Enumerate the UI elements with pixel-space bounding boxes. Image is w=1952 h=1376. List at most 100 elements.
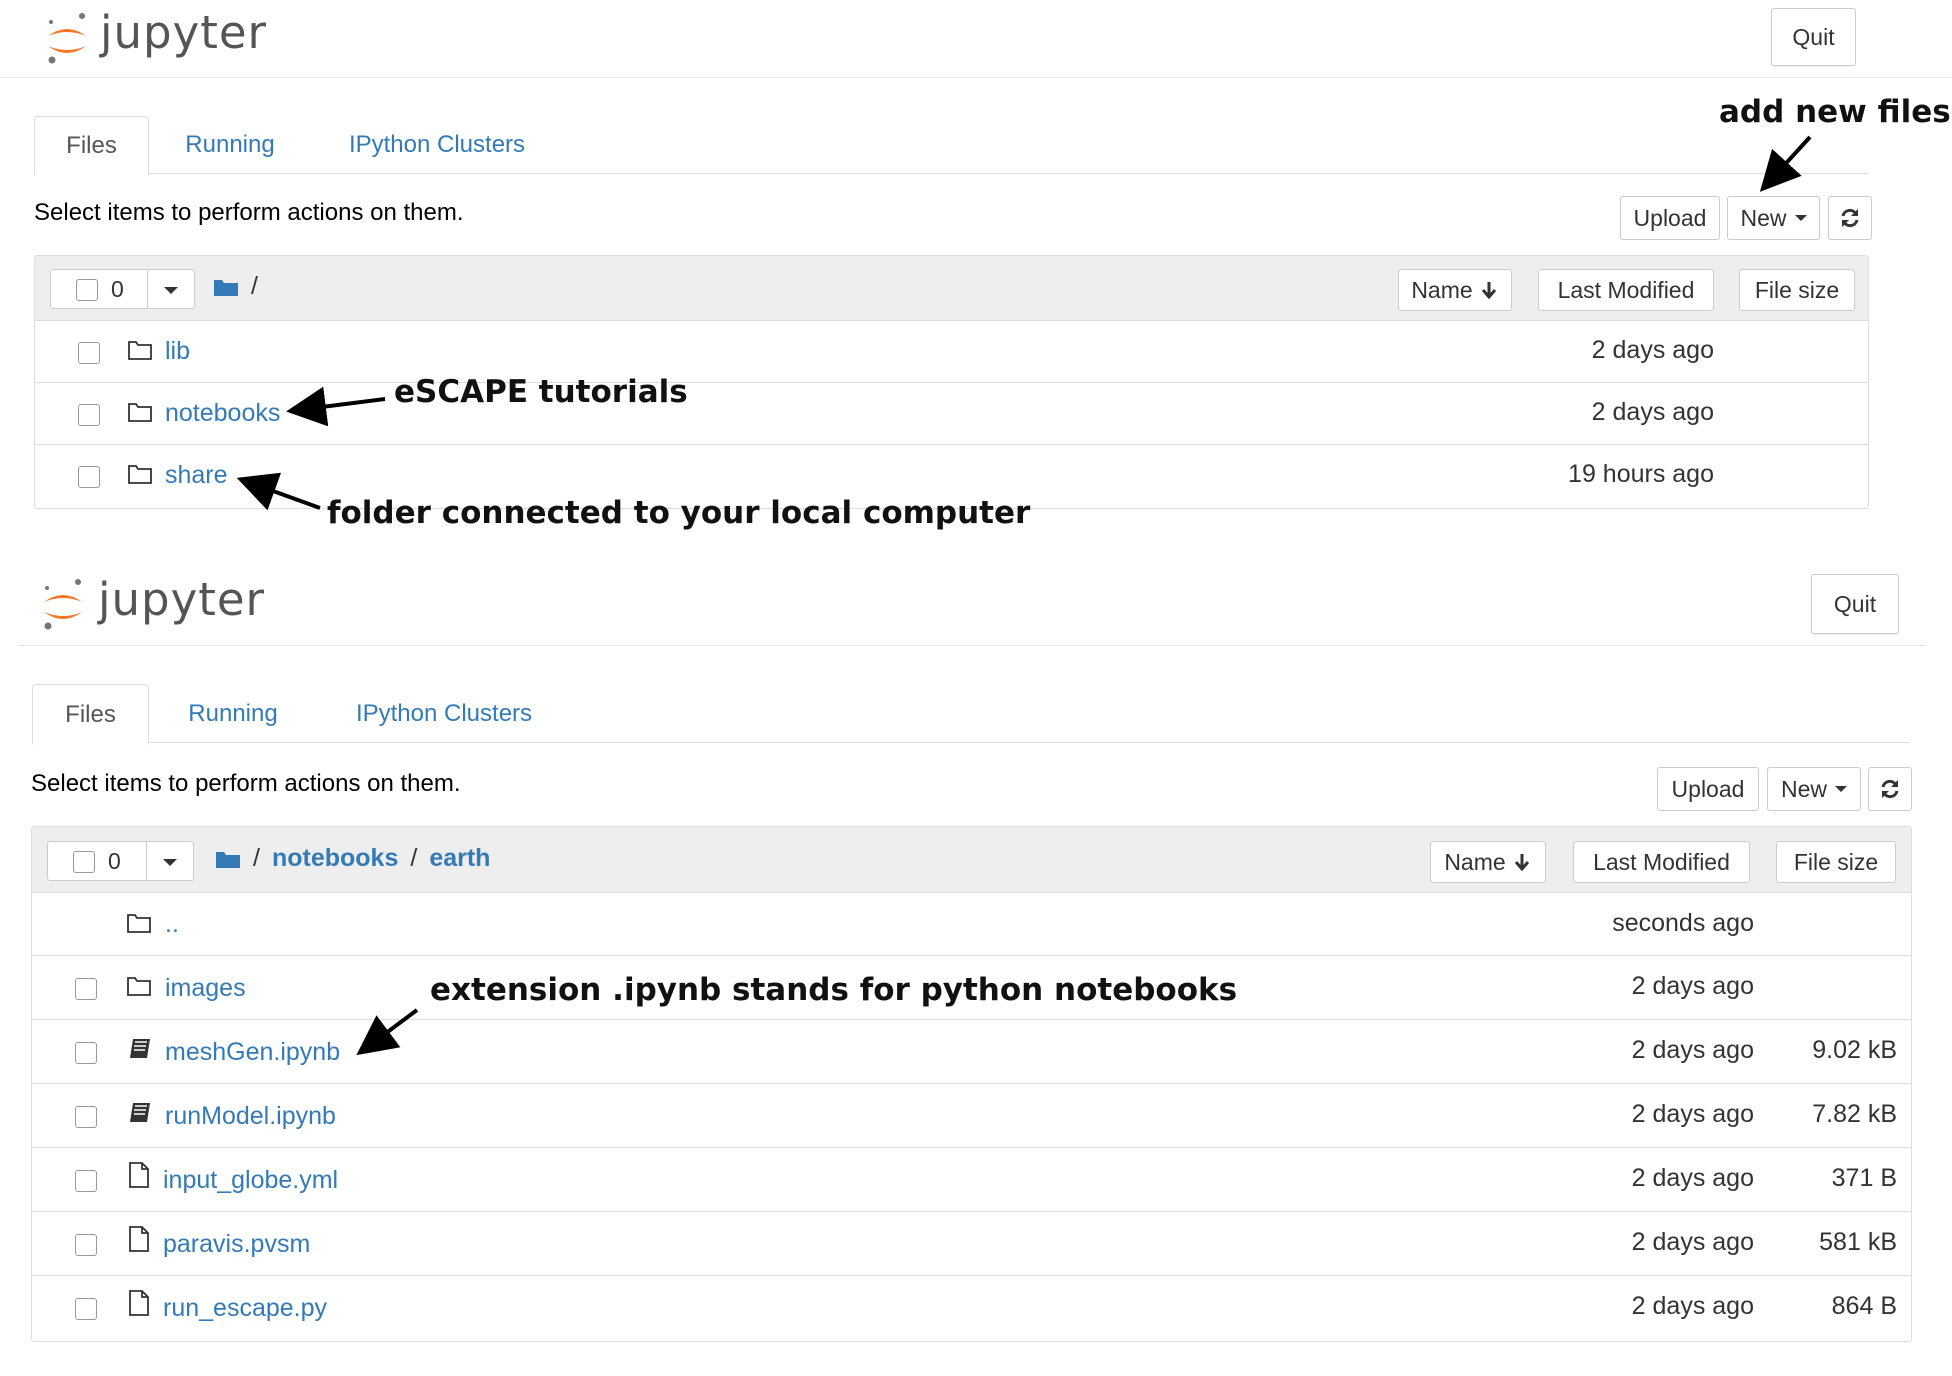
breadcrumb-earth[interactable]: earth (429, 844, 490, 873)
sort-by-size-button[interactable]: File size (1739, 269, 1855, 311)
file-row[interactable]: paravis.pvsm 2 days ago 581 kB (32, 1211, 1911, 1276)
upload-button[interactable]: Upload (1657, 767, 1759, 811)
file-row[interactable]: runModel.ipynb 2 days ago 7.82 kB (32, 1083, 1911, 1148)
caret-down-icon[interactable] (163, 859, 177, 866)
logo-wordmark: jupyter (98, 573, 266, 626)
file-size: 371 B (1831, 1164, 1897, 1192)
file-name-link[interactable]: meshGen.ipynb (165, 1038, 340, 1067)
file-size: 9.02 kB (1812, 1036, 1897, 1064)
tab-ipython-clusters[interactable]: IPython Clusters (320, 116, 554, 174)
caret-down-icon[interactable] (164, 287, 178, 294)
folder-icon[interactable] (213, 276, 239, 298)
tab-ipython-clusters[interactable]: IPython Clusters (324, 684, 564, 743)
tab-running[interactable]: Running (166, 116, 294, 174)
row-checkbox[interactable] (75, 1042, 97, 1064)
sort-by-modified-button[interactable]: Last Modified (1538, 269, 1714, 311)
file-size: 7.82 kB (1812, 1100, 1897, 1128)
file-row[interactable]: lib 2 days ago (35, 320, 1868, 383)
folder-outline-icon (128, 403, 152, 422)
row-checkbox[interactable] (78, 342, 100, 364)
tabs-baseline (34, 173, 1868, 174)
file-row[interactable]: notebooks 2 days ago (35, 382, 1868, 445)
new-dropdown-button[interactable]: New (1727, 196, 1820, 240)
header-divider (0, 77, 1952, 78)
folder-outline-icon (128, 465, 152, 484)
row-checkbox[interactable] (75, 1106, 97, 1128)
quit-button[interactable]: Quit (1811, 574, 1899, 634)
annotation-ipynb-extension: extension .ipynb stands for python noteb… (430, 972, 1238, 1008)
refresh-button[interactable] (1828, 196, 1872, 240)
sort-name-label: Name (1411, 276, 1473, 303)
row-checkbox[interactable] (78, 466, 100, 488)
notebook-icon (130, 1039, 150, 1058)
folder-outline-icon (127, 977, 151, 996)
new-label: New (1780, 775, 1827, 802)
row-checkbox[interactable] (78, 404, 100, 426)
refresh-button[interactable] (1868, 767, 1912, 811)
breadcrumb-separator: / (410, 844, 418, 872)
row-checkbox[interactable] (75, 978, 97, 1000)
file-row[interactable]: meshGen.ipynb 2 days ago 9.02 kB (32, 1019, 1911, 1084)
selection-hint: Select items to perform actions on them. (31, 770, 461, 797)
new-label: New (1740, 204, 1787, 231)
arrow-down-icon (1514, 854, 1529, 872)
file-modified: 2 days ago (1631, 972, 1754, 1000)
arrow-to-new-button (1759, 135, 1812, 192)
file-name-link[interactable]: paravis.pvsm (163, 1230, 310, 1259)
select-all-checkbox[interactable] (76, 279, 98, 301)
breadcrumb-notebooks[interactable]: notebooks (272, 844, 398, 873)
logo-wordmark: jupyter (100, 6, 268, 59)
file-modified: 19 hours ago (1568, 460, 1714, 488)
selected-count: 0 (111, 276, 124, 302)
file-modified: 2 days ago (1631, 1292, 1754, 1320)
file-size: 581 kB (1819, 1228, 1897, 1256)
file-name-link[interactable]: images (165, 974, 246, 1003)
file-name-link[interactable]: input_globe.yml (163, 1166, 338, 1195)
folder-icon[interactable] (215, 848, 241, 870)
file-modified: 2 days ago (1631, 1164, 1754, 1192)
row-checkbox[interactable] (75, 1234, 97, 1256)
file-modified: seconds ago (1612, 909, 1754, 937)
file-name-link[interactable]: lib (165, 337, 190, 366)
jupyter-logo-icon (44, 579, 82, 630)
tab-files[interactable]: Files (32, 684, 149, 745)
selbox-divider (147, 270, 148, 308)
tabs-baseline (32, 742, 1910, 743)
caret-down-icon (1794, 215, 1807, 221)
file-name-link[interactable]: share (165, 461, 228, 490)
header-divider (18, 645, 1926, 646)
row-checkbox[interactable] (75, 1298, 97, 1320)
sort-by-modified-button[interactable]: Last Modified (1573, 841, 1750, 883)
refresh-icon (1841, 208, 1859, 228)
row-checkbox[interactable] (75, 1170, 97, 1192)
sort-name-label: Name (1444, 848, 1506, 875)
sort-by-size-button[interactable]: File size (1776, 841, 1896, 883)
quit-button[interactable]: Quit (1771, 8, 1856, 66)
file-name-link[interactable]: .. (165, 910, 179, 939)
file-size: 864 B (1831, 1292, 1897, 1320)
tab-files[interactable]: Files (34, 116, 149, 176)
file-name-link[interactable]: notebooks (165, 399, 280, 428)
select-all-checkbox[interactable] (73, 851, 95, 873)
sort-by-name-button[interactable]: Name (1398, 269, 1512, 311)
select-all-control[interactable]: 0 (50, 269, 195, 309)
new-dropdown-button[interactable]: New (1767, 767, 1861, 811)
file-row-parent[interactable]: .. seconds ago (32, 892, 1911, 956)
file-list-panel: 0 / notebooks / earth Name Last Modified… (31, 826, 1912, 1342)
file-icon (129, 1226, 149, 1252)
refresh-icon (1881, 779, 1899, 799)
file-modified: 2 days ago (1591, 336, 1714, 364)
file-list-panel: 0 / Name Last Modified File size lib 2 d… (34, 255, 1869, 509)
file-row[interactable]: input_globe.yml 2 days ago 371 B (32, 1147, 1911, 1212)
file-name-link[interactable]: runModel.ipynb (165, 1102, 336, 1131)
sort-by-name-button[interactable]: Name (1430, 841, 1546, 883)
upload-button[interactable]: Upload (1620, 196, 1720, 240)
file-name-link[interactable]: run_escape.py (163, 1294, 327, 1323)
caret-down-icon (1835, 786, 1847, 792)
file-row[interactable]: run_escape.py 2 days ago 864 B (32, 1275, 1911, 1340)
notebook-icon (130, 1103, 150, 1122)
annotation-add-new-files: add new files (1719, 94, 1951, 130)
select-all-control[interactable]: 0 (47, 841, 194, 881)
arrow-down-icon (1481, 282, 1496, 300)
tab-running[interactable]: Running (168, 684, 298, 743)
